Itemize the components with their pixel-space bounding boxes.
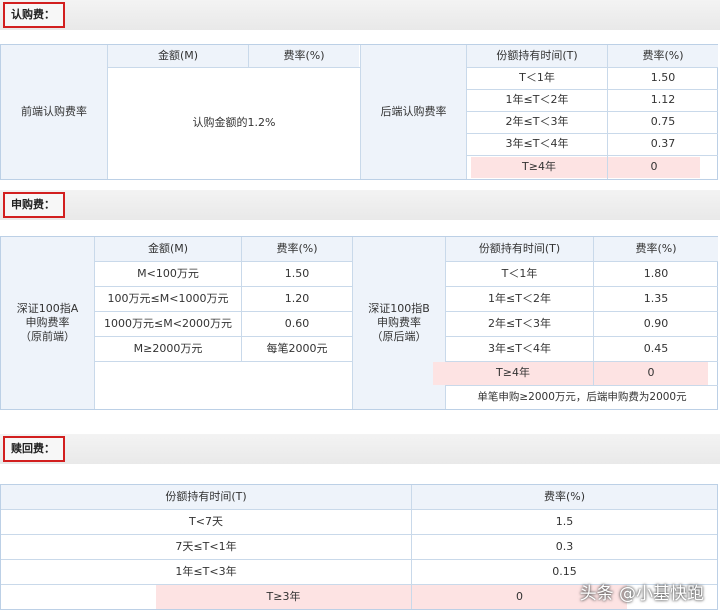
subscription-back-period-header: 份额持有时间(T) [467,45,607,67]
table-row-rate: 0.75 [650,115,676,129]
subscription-front-label: 前端认购费率 [1,45,107,179]
subscription-front-amount-header: 金额(M) [108,45,248,67]
subscription-section-header: 认购费： [0,0,720,30]
table-row-rate: 0 [608,157,700,178]
table-row-period: 3年≤T＜4年 [505,137,569,151]
table-row-rate: 1.50 [650,71,676,85]
purchase-front-rate-header: 费率(%) [242,237,352,261]
table-row-period: 1年≤T＜2年 [488,291,551,305]
purchase-section-header: 申购费： [0,190,720,220]
purchase-front-amount-header: 金额(M) [95,237,241,261]
purchase-back-label: 深证100指B 申购费率 （原后端） [353,237,445,409]
table-row-rate: 0.3 [555,539,574,553]
subscription-table: 前端认购费率 金额(M) 费率(%) 认购金额的1.2% 后端认购费率 份额持有… [0,44,718,180]
table-row-rate: 1.35 [643,291,669,305]
table-row-rate: 1.20 [284,291,310,305]
table-row-rate: 0.90 [643,316,669,330]
table-row-period: 1年≤T＜2年 [505,93,569,107]
purchase-title: 申购费： [3,192,65,218]
table-row-amount: 1000万元≤M<2000万元 [104,316,232,330]
purchase-table: 深证100指A 申购费率 （原前端） 金额(M) 费率(%) M<100万元 1… [0,236,718,410]
table-row-amount: M≥2000万元 [133,341,203,355]
table-row-rate: 0.37 [650,137,676,151]
table-row-rate: 1.50 [284,266,310,280]
table-row-period: T＜1年 [519,71,555,85]
table-row-amount: 100万元≤M<1000万元 [107,291,229,305]
purchase-footnote: 单笔申购≥2000万元，后端申购费为2000元 [477,390,687,403]
table-row-period: T<7天 [189,514,223,528]
table-row-period: 2年≤T＜3年 [488,316,551,330]
table-row-rate: 1.12 [650,93,676,107]
redemption-title: 赎回费： [3,436,65,462]
redemption-rate-header: 费率(%) [412,485,717,509]
table-row-period: T＜1年 [501,266,538,280]
purchase-front-label: 深证100指A 申购费率 （原前端） [1,237,94,409]
table-row-rate: 每笔2000元 [266,341,328,355]
table-row-rate: 0.45 [643,341,669,355]
purchase-back-period-header: 份额持有时间(T) [446,237,593,261]
redemption-section-header: 赎回费： [0,434,720,464]
table-row-rate: 1.5 [555,514,574,528]
table-row-period: T≥3年 [156,585,411,609]
table-row-rate: 0 [594,362,708,385]
watermark: 头条 @小基快跑 [579,584,704,604]
table-row-period: 2年≤T＜3年 [505,115,569,129]
subscription-back-label: 后端认购费率 [361,45,466,179]
redemption-period-header: 份额持有时间(T) [1,485,411,509]
table-row-period: 7天≤T<1年 [175,539,237,553]
subscription-back-rate-header: 费率(%) [608,45,718,67]
table-row-period: T≥4年 [471,157,607,178]
table-row-rate: 0.60 [284,316,310,330]
table-row-period: T≥4年 [433,362,593,385]
table-row-period: 3年≤T＜4年 [488,341,551,355]
table-row-amount: M<100万元 [137,266,199,280]
purchase-back-rate-header: 费率(%) [594,237,718,261]
table-row-rate: 1.80 [643,266,669,280]
subscription-front-rate-header: 费率(%) [249,45,359,67]
subscription-front-value: 认购金额的1.2% [192,116,276,130]
subscription-title: 认购费： [3,2,65,28]
table-row-period: 1年≤T<3年 [175,564,237,578]
